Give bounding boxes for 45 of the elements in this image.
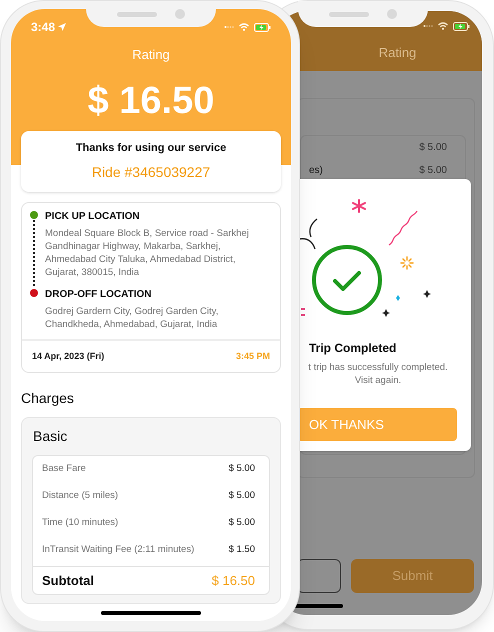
signal-icon <box>423 24 433 28</box>
wifi-icon <box>438 22 448 30</box>
ride-number: Ride #3465039227 <box>92 163 210 182</box>
ok-thanks-button[interactable]: OK THANKS <box>297 408 457 441</box>
charge-amount: $ 5.00 <box>228 462 255 476</box>
charge-label: Base Fare <box>42 462 86 476</box>
trip-time: 3:45 PM <box>236 350 270 363</box>
total-amount: $ 16.50 <box>88 78 214 122</box>
group-title: Basic <box>32 427 68 446</box>
submit-button[interactable]: Submit <box>351 559 474 593</box>
location-label: PICK UP LOCATION <box>45 210 141 224</box>
subtotal-amount: $ 16.50 <box>212 572 255 590</box>
charge-label: Distance (5 miles) <box>42 489 118 504</box>
section-title: Charges <box>21 389 75 408</box>
charge-amount: $ 1.50 <box>228 543 255 558</box>
charge-amount: $ 5.00 <box>419 164 447 178</box>
camera-lens <box>175 9 185 19</box>
dialog-message: t trip has successfully completed. <box>308 361 448 374</box>
charge-label: es) <box>308 164 323 178</box>
charge-amount: $ 5.00 <box>228 489 255 504</box>
subtotal-label: Subtotal <box>42 572 94 590</box>
battery-icon <box>254 22 271 32</box>
thanks-message: Thanks for using our service <box>76 140 226 156</box>
camera-lens <box>387 9 397 19</box>
header-title: Rating <box>378 44 418 62</box>
charge-amount: $ 5.00 <box>419 141 447 155</box>
location-arrow-icon <box>58 23 66 31</box>
wifi-icon <box>239 23 249 31</box>
charge-label: InTransit Waiting Fee (2:11 minutes) <box>42 543 194 558</box>
route-line <box>32 220 34 286</box>
speaker-grille <box>329 12 369 16</box>
check-icon <box>311 244 383 316</box>
trip-date: 14 Apr, 2023 (Fri) <box>32 350 104 363</box>
speaker-grille <box>117 12 157 16</box>
location-label: DROP-OFF LOCATION <box>45 288 152 302</box>
location-address: Godrej Gardern City, Godrej Garden City, Chandkheda, Ahmedabad, Gujarat, India <box>45 305 220 331</box>
location-address: Mondeal Square Block B, Service road - Sarkhej Gandhinagar Highway, Makarba, Sarkhej, Ahmedabad City Taluka, Ahmedabad District, Gujarat, 380015, India <box>45 227 250 279</box>
header-title: Rating <box>132 46 170 64</box>
signal-icon <box>224 25 234 29</box>
charge-amount: $ 5.00 <box>228 516 255 530</box>
battery-icon <box>453 22 470 30</box>
charge-label: Time (10 minutes) <box>42 516 118 530</box>
dialog-title: Trip Completed <box>308 340 398 357</box>
dialog-message: Visit again. <box>354 374 402 387</box>
status-time: 3:48 <box>31 19 56 36</box>
